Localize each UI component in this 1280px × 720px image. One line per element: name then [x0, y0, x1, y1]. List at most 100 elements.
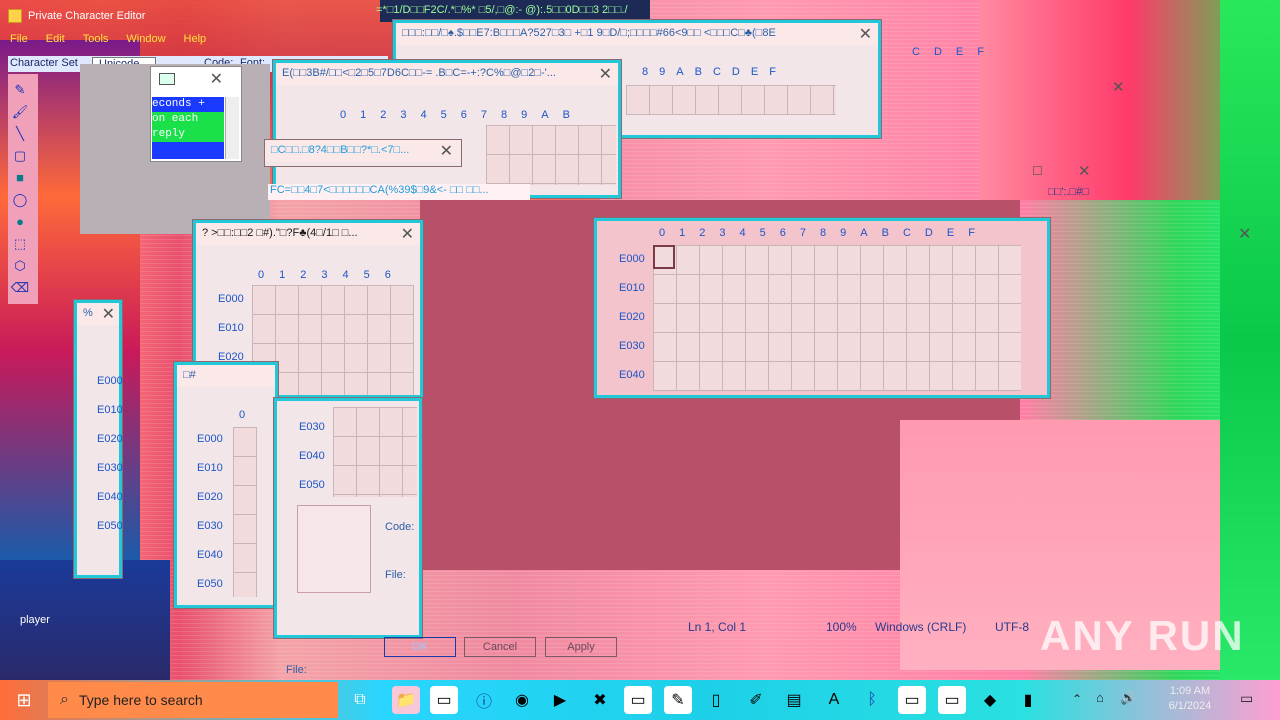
close-icon[interactable]: ✕	[1078, 162, 1091, 180]
col-header: 4	[420, 109, 427, 121]
maximize-icon[interactable]: ☐	[1032, 164, 1043, 178]
col-header: A	[676, 66, 684, 78]
list-scrollbar[interactable]	[225, 97, 239, 159]
col-header: B	[694, 66, 702, 78]
menu-window[interactable]: Window	[126, 33, 165, 49]
security-icon[interactable]: ✖	[586, 686, 614, 714]
glitch-dialog-small: □C□□.□8?4□□B□□?*□.<7□... ✕	[265, 140, 461, 166]
rectangle-icon[interactable]: ▢	[10, 148, 30, 166]
archive-icon[interactable]: ▤	[780, 686, 808, 714]
col-header: 9	[521, 109, 528, 121]
close-icon[interactable]: ✕	[440, 141, 453, 161]
col-header: C	[912, 46, 920, 58]
selected-cell[interactable]	[653, 245, 675, 269]
row-label: E000	[619, 253, 645, 265]
list-item[interactable]: on each	[152, 112, 224, 127]
list-popup: ✕ econds + on each reply	[150, 66, 242, 162]
bluetooth-icon[interactable]: ᛒ	[858, 686, 886, 714]
search-box[interactable]: ⌕ Type here to search	[48, 682, 338, 718]
file-explorer-icon[interactable]: 📁	[392, 686, 420, 714]
col-header: 1	[679, 227, 686, 239]
line-icon[interactable]: ╲	[10, 126, 30, 144]
font-icon[interactable]: A	[820, 686, 848, 714]
list-item[interactable]: econds +	[152, 97, 224, 112]
tray-chevron-icon[interactable]: ⌃	[1072, 692, 1082, 706]
main-col-headers: 0 1 2 3 4 5 6 7 8 9 A B C D E F	[659, 227, 975, 239]
list-item[interactable]: reply	[152, 127, 224, 142]
window-icon[interactable]: ▭	[898, 686, 926, 714]
menu-edit[interactable]: Edit	[46, 33, 65, 49]
filled-rectangle-icon[interactable]: ■	[10, 170, 30, 188]
col-header: F	[968, 227, 975, 239]
task-view-icon[interactable]: ⧉	[346, 686, 374, 714]
clock[interactable]: 1:09 AM 6/1/2024	[1160, 684, 1220, 714]
row-label: E050	[299, 479, 325, 491]
player-label: player	[20, 614, 50, 626]
close-icon[interactable]: ✕	[859, 24, 872, 44]
clock-time: 1:09 AM	[1169, 685, 1211, 697]
start-button[interactable]: ⊞	[14, 690, 34, 710]
row-label: E000	[218, 293, 244, 305]
network-icon[interactable]: ⌂	[1096, 690, 1104, 705]
app-window-icon[interactable]: ▭	[430, 686, 458, 714]
row-label: E030	[197, 520, 223, 532]
char-grid[interactable]	[333, 407, 417, 497]
phone-icon[interactable]: ▯	[702, 686, 730, 714]
cancel-button[interactable]: Cancel	[464, 637, 536, 657]
col-header: 2	[300, 269, 307, 281]
info-icon[interactable]: ⓘ	[470, 686, 498, 714]
menu-tools[interactable]: Tools	[83, 33, 109, 49]
apply-button[interactable]: Apply	[545, 637, 617, 657]
col-header: C	[712, 66, 721, 78]
ellipse-icon[interactable]: ◯	[10, 192, 30, 210]
select-rect-icon[interactable]: ⬚	[10, 236, 30, 254]
row-label: E040	[299, 450, 325, 462]
col-header: D	[731, 66, 740, 78]
filled-ellipse-icon[interactable]: ●	[10, 214, 30, 232]
menu-file[interactable]: File	[10, 33, 28, 49]
media-player-icon[interactable]: ▶	[546, 686, 574, 714]
col-header: 7	[799, 227, 806, 239]
close-icon[interactable]: ✕	[102, 304, 115, 324]
col-header: F	[769, 66, 776, 78]
char-grid[interactable]	[486, 125, 616, 185]
file-label: File:	[385, 569, 406, 581]
col-header: 3	[400, 109, 407, 121]
eraser-icon[interactable]: ⌫	[10, 280, 30, 298]
cube-icon[interactable]: ◆	[976, 686, 1004, 714]
brush-icon[interactable]: 🖌	[10, 104, 30, 122]
book-icon[interactable]: ▮	[1014, 686, 1042, 714]
close-icon[interactable]: ✕	[401, 224, 414, 244]
char-grid[interactable]	[653, 245, 1021, 391]
status-line-ending: Windows (CRLF)	[875, 620, 967, 634]
char-grid[interactable]	[626, 85, 836, 115]
col-header: 6	[779, 227, 786, 239]
window-icon[interactable]: ▭	[938, 686, 966, 714]
list-items: econds + on each reply	[152, 97, 224, 159]
col-header: F	[977, 46, 984, 58]
close-icon[interactable]: ✕	[1112, 78, 1125, 96]
char-grid[interactable]	[233, 427, 257, 597]
browser-icon[interactable]: ◉	[508, 686, 536, 714]
col-header: 3	[719, 227, 726, 239]
code-label: Code:	[385, 521, 415, 533]
ok-button[interactable]: OK	[384, 637, 456, 657]
volume-icon[interactable]: 🔊	[1120, 690, 1136, 706]
freeform-select-icon[interactable]: ⬡	[10, 258, 30, 276]
pen-icon[interactable]: ✐	[742, 686, 770, 714]
glitch-status-text: FC=□□4□7<□□□□□□CA(%39$□9&<- □□ □□...	[268, 184, 530, 200]
col-header: 6	[460, 109, 467, 121]
close-icon[interactable]: ✕	[599, 64, 612, 84]
col-header: 8	[501, 109, 508, 121]
row-label: E000	[197, 433, 223, 445]
editor-icon[interactable]: ✎	[664, 686, 692, 714]
pencil-icon[interactable]: ✎	[10, 82, 30, 100]
close-icon[interactable]: ✕	[1238, 224, 1251, 244]
notification-icon[interactable]: ▭	[1240, 690, 1253, 707]
col-header: 5	[440, 109, 447, 121]
menu-help[interactable]: Help	[184, 33, 207, 49]
col-header: B	[881, 227, 889, 239]
search-input[interactable]: Type here to search	[79, 692, 203, 708]
close-icon[interactable]: ✕	[210, 69, 223, 89]
window-icon[interactable]: ▭	[624, 686, 652, 714]
